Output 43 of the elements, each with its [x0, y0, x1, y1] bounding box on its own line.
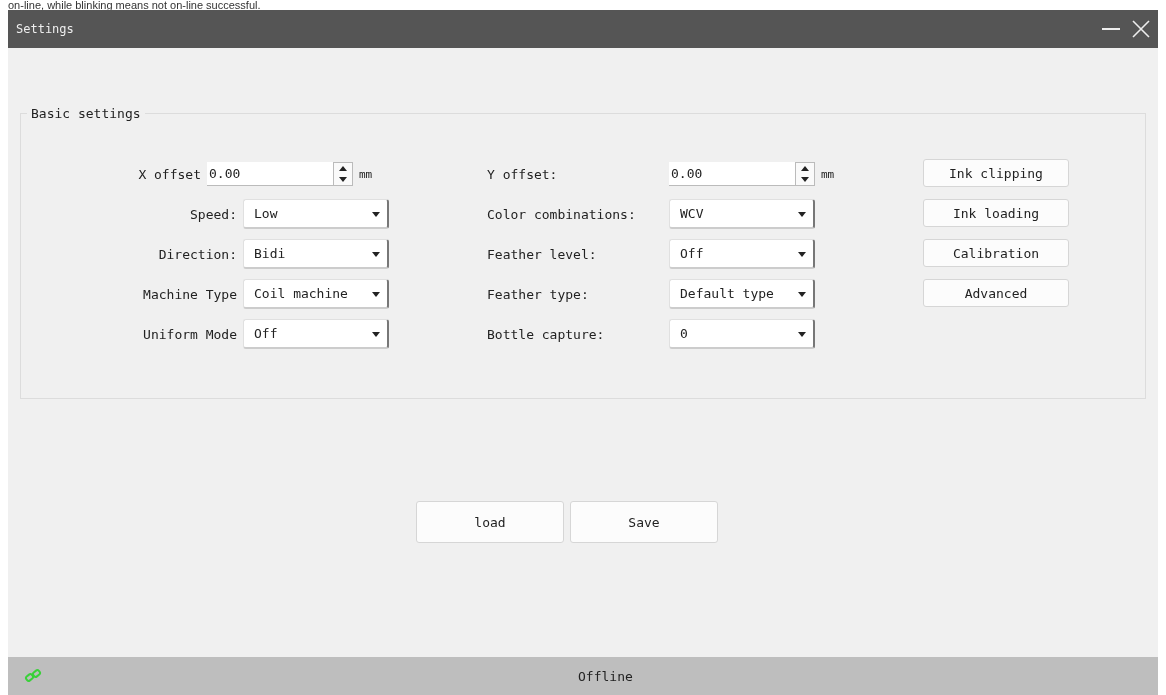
dropdown[interactable]: Coil machine	[243, 279, 389, 309]
dropdown-arrow-icon	[371, 209, 381, 218]
connection-status: Offline	[578, 668, 633, 684]
dropdown-arrow-icon	[797, 289, 807, 298]
action-button[interactable]: load	[416, 501, 564, 543]
link-icon	[24, 667, 42, 685]
dropdown-arrow-icon	[797, 249, 807, 258]
dropdown-arrow-icon	[797, 329, 807, 338]
dropdown[interactable]: Low	[243, 199, 389, 229]
window-title: Settings	[16, 22, 75, 36]
close-icon[interactable]	[1130, 18, 1152, 40]
field-label: Machine Type	[143, 286, 237, 302]
action-button[interactable]: Calibration	[923, 239, 1069, 267]
dropdown[interactable]: 0	[669, 319, 815, 349]
dropdown[interactable]: Default type	[669, 279, 815, 309]
field-label: Direction:	[158, 246, 237, 262]
field-label: Uniform Mode	[143, 326, 237, 342]
dropdown-arrow-icon	[371, 329, 381, 338]
spin-field[interactable]: 0.00	[669, 162, 815, 186]
dropdown[interactable]: Off	[669, 239, 815, 269]
field-label: Speed:	[190, 206, 237, 222]
action-button[interactable]: Ink clipping	[923, 159, 1069, 187]
dropdown[interactable]: Off	[243, 319, 389, 349]
action-button[interactable]: Save	[570, 501, 718, 543]
field-label: Feather level:	[487, 246, 598, 262]
dropdown-arrow-icon	[371, 289, 381, 298]
field-label: Feather type:	[487, 286, 590, 302]
action-button[interactable]: Ink loading	[923, 199, 1069, 227]
unit-label: mm	[359, 167, 374, 181]
dropdown-arrow-icon	[797, 209, 807, 218]
unit-label: mm	[821, 167, 836, 181]
field-label: Bottle capture:	[487, 326, 606, 342]
field-label: Color combinations:	[487, 206, 637, 222]
field-label: Y offset:	[487, 166, 559, 182]
spin-field[interactable]: 0.00	[207, 162, 353, 186]
dropdown-arrow-icon	[371, 249, 381, 258]
dropdown[interactable]: WCV	[669, 199, 815, 229]
field-label: X offset	[138, 166, 201, 182]
action-button[interactable]: Advanced	[923, 279, 1069, 307]
spin-arrows-icon[interactable]	[333, 161, 353, 186]
dropdown[interactable]: Bidi	[243, 239, 389, 269]
spin-arrows-icon[interactable]	[795, 161, 815, 186]
group-title: Basic settings	[30, 106, 142, 121]
